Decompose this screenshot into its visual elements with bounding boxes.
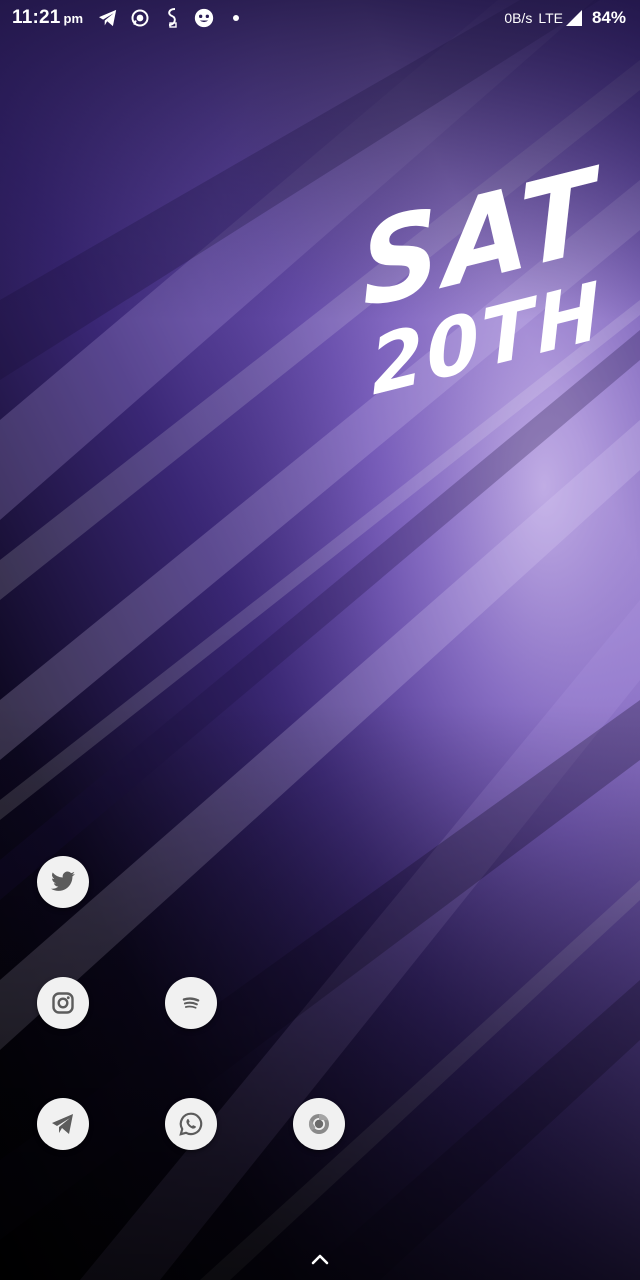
instagram-app-button[interactable] (37, 977, 89, 1029)
more-notifications-dot-icon (225, 7, 247, 29)
spotify-app-button[interactable] (165, 977, 217, 1029)
chrome-app-button[interactable] (293, 1098, 345, 1150)
whatsapp-app-button[interactable] (165, 1098, 217, 1150)
whatsapp-icon (178, 1111, 204, 1137)
network-speed: 0B/s (504, 10, 533, 26)
status-bar: 11:21 pm 0B/s LTE 84% (0, 0, 640, 36)
telegram-icon (51, 1113, 75, 1135)
chevron-up-icon (311, 1252, 329, 1270)
signal-icon (565, 10, 582, 26)
instagram-icon (51, 991, 75, 1015)
chrome-icon (307, 1112, 331, 1136)
twitter-icon (50, 871, 76, 893)
battery-level: 84% (591, 8, 626, 27)
face-notification-icon (193, 7, 215, 29)
swiftkey-notification-icon (161, 7, 183, 29)
telegram-app-button[interactable] (37, 1098, 89, 1150)
status-ampm: pm (63, 10, 84, 26)
spotify-icon (178, 990, 204, 1016)
home-screen: 11:21 pm 0B/s LTE 84% SAT 20TH (0, 0, 640, 1280)
status-time: 11:21 (12, 7, 61, 28)
telegram-notification-icon (97, 7, 119, 29)
twitter-app-button[interactable] (37, 856, 89, 908)
whatsapp-notification-icon (129, 7, 151, 29)
app-drawer-button[interactable] (306, 1250, 334, 1272)
network-type: LTE (538, 10, 563, 26)
